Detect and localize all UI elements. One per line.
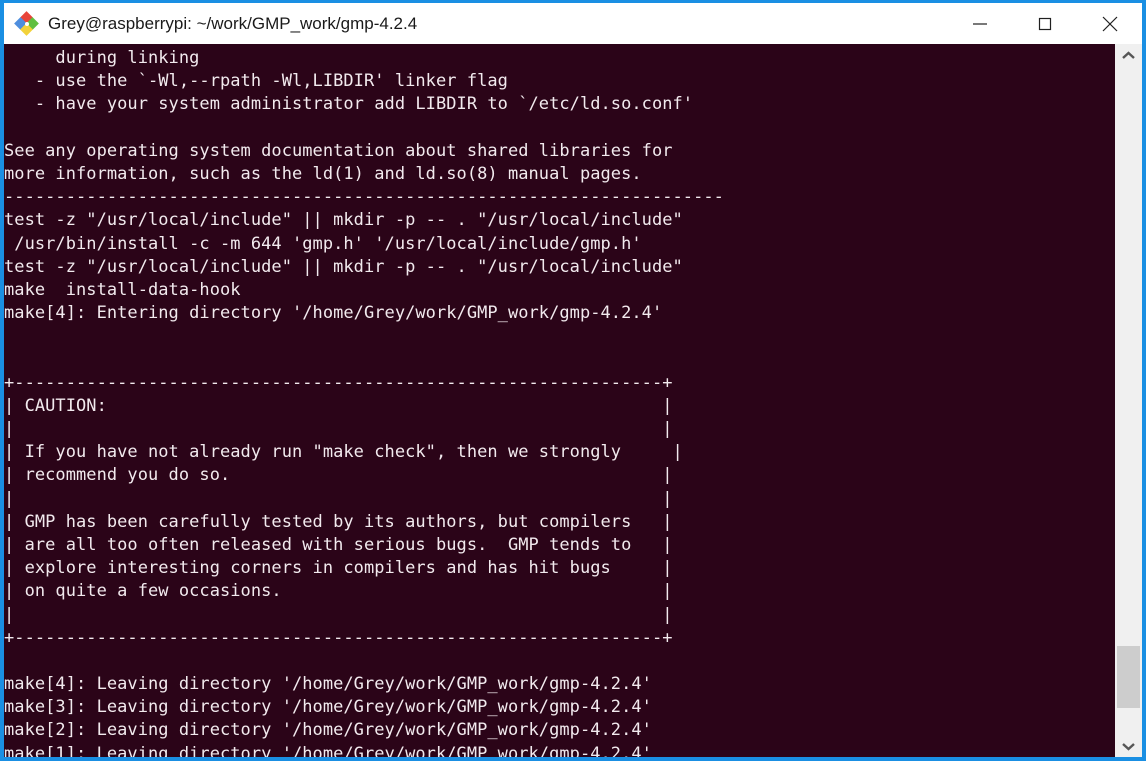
terminal-line: make install-data-hook bbox=[4, 279, 241, 300]
close-button[interactable] bbox=[1087, 3, 1133, 44]
terminal-line: /usr/bin/install -c -m 644 'gmp.h' '/usr… bbox=[4, 233, 642, 254]
terminal-output-area[interactable]: during linking - use the `-Wl,--rpath -W… bbox=[4, 44, 1115, 757]
terminal-line: | on quite a few occasions. | bbox=[4, 581, 673, 602]
terminal-line: +---------------------------------------… bbox=[4, 372, 673, 393]
terminal-line: | If you have not already run "make chec… bbox=[4, 442, 683, 463]
scroll-down-button[interactable] bbox=[1115, 735, 1142, 757]
terminal-line: ----------------------------------------… bbox=[4, 187, 724, 208]
putty-icon bbox=[14, 10, 39, 36]
terminal-line: | GMP has been carefully tested by its a… bbox=[4, 511, 673, 532]
terminal-line: during linking bbox=[4, 48, 200, 68]
title-bar[interactable]: Grey@raspberrypi: ~/work/GMP_work/gmp-4.… bbox=[4, 3, 1142, 44]
terminal-line: | | bbox=[4, 604, 673, 625]
terminal-line: - have your system administrator add LIB… bbox=[4, 94, 694, 115]
terminal-window: Grey@raspberrypi: ~/work/GMP_work/gmp-4.… bbox=[0, 0, 1146, 761]
maximize-button[interactable] bbox=[1022, 3, 1068, 44]
maximize-icon bbox=[1038, 17, 1052, 30]
chevron-down-icon bbox=[1122, 742, 1135, 751]
terminal-line: test -z "/usr/local/include" || mkdir -p… bbox=[4, 210, 683, 231]
terminal-line: test -z "/usr/local/include" || mkdir -p… bbox=[4, 256, 683, 277]
terminal-line: | CAUTION: | bbox=[4, 395, 673, 416]
terminal-line: | explore interesting corners in compile… bbox=[4, 558, 673, 579]
minimize-button[interactable] bbox=[957, 3, 1003, 44]
terminal-line: make[4]: Leaving directory '/home/Grey/w… bbox=[4, 674, 652, 695]
terminal-line: make[1]: Leaving directory '/home/Grey/w… bbox=[4, 743, 652, 757]
scrollbar-track[interactable] bbox=[1115, 66, 1142, 646]
scrollbar-thumb[interactable] bbox=[1117, 646, 1140, 708]
terminal-line: See any operating system documentation a… bbox=[4, 140, 673, 161]
terminal-line: make[3]: Leaving directory '/home/Grey/w… bbox=[4, 697, 652, 718]
terminal-line: make[2]: Leaving directory '/home/Grey/w… bbox=[4, 720, 652, 741]
scroll-up-button[interactable] bbox=[1115, 44, 1142, 66]
vertical-scrollbar[interactable] bbox=[1115, 44, 1142, 757]
terminal-line: +---------------------------------------… bbox=[4, 627, 673, 648]
terminal-line: make[4]: Entering directory '/home/Grey/… bbox=[4, 303, 663, 324]
close-icon bbox=[1102, 16, 1118, 31]
terminal-line: | recommend you do so. | bbox=[4, 465, 673, 486]
terminal-line: more information, such as the ld(1) and … bbox=[4, 163, 642, 184]
terminal-text: during linking - use the `-Wl,--rpath -W… bbox=[4, 47, 1115, 757]
chevron-up-icon bbox=[1122, 50, 1135, 59]
window-title: Grey@raspberrypi: ~/work/GMP_work/gmp-4.… bbox=[48, 13, 418, 33]
terminal-line: | are all too often released with seriou… bbox=[4, 534, 673, 555]
minimize-icon bbox=[973, 22, 987, 25]
terminal-line: | | bbox=[4, 419, 673, 439]
terminal-line: - use the `-Wl,--rpath -Wl,LIBDIR' linke… bbox=[4, 71, 508, 92]
terminal-line: | | bbox=[4, 488, 673, 509]
